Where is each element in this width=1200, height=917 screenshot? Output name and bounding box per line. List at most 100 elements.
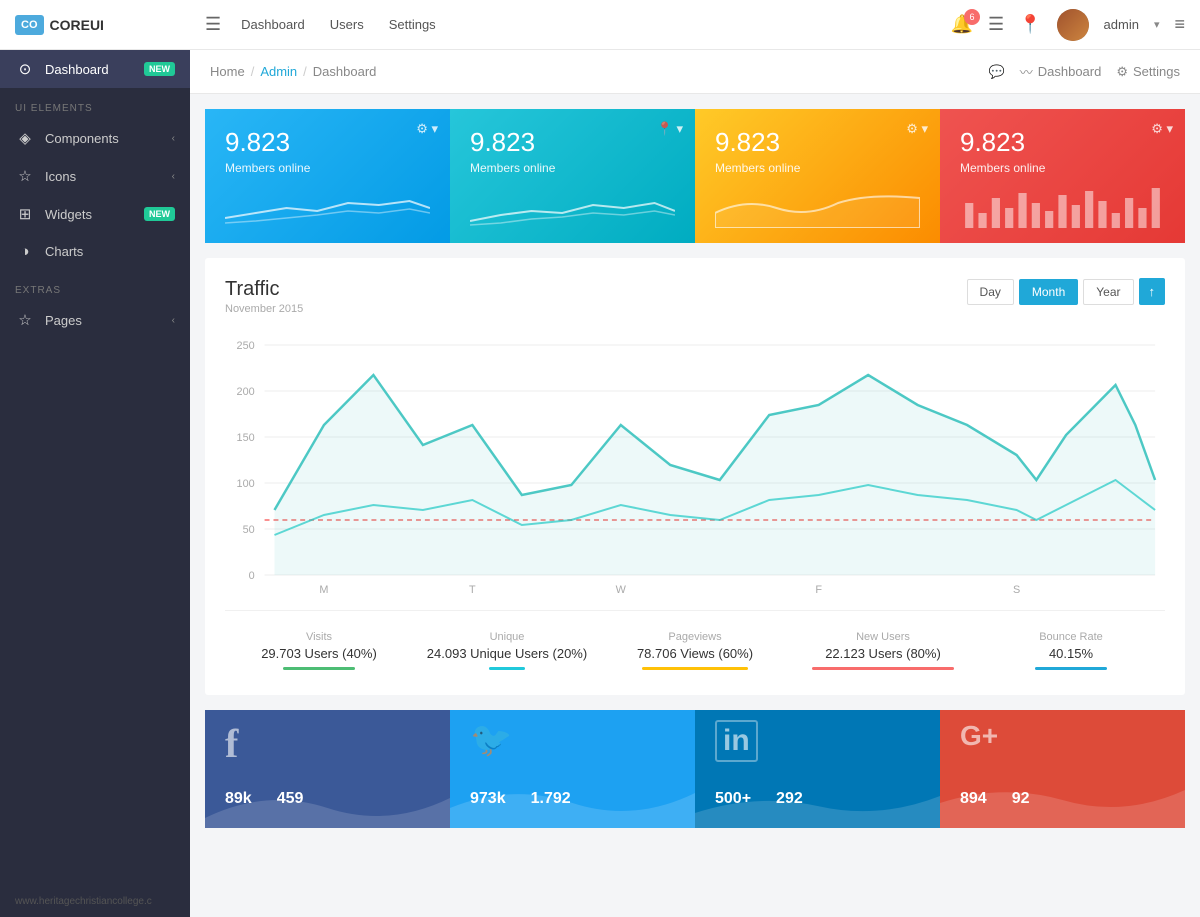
svg-text:S: S: [1013, 584, 1020, 596]
social-card-facebook[interactable]: f 89k 459: [205, 710, 450, 828]
twitter-icon: 🐦: [470, 720, 512, 760]
breadcrumb-bar: Home / Admin / Dashboard 💬 〰 Dashboard ⚙…: [190, 50, 1200, 94]
top-nav: CO COREUI ☰ Dashboard Users Settings 🔔 6…: [0, 0, 1200, 50]
stat-card-blue-settings[interactable]: ⚙ ▾: [416, 121, 438, 137]
ts-pageviews-value: 78.706 Views (60%): [606, 646, 784, 661]
main-content: Home / Admin / Dashboard 💬 〰 Dashboard ⚙…: [190, 50, 1200, 917]
svg-text:M: M: [319, 584, 328, 596]
components-icon: ◈: [15, 129, 35, 147]
ts-newusers-value: 22.123 Users (80%): [794, 646, 972, 661]
facebook-stat1: 89k: [225, 790, 252, 808]
traffic-header: Traffic November 2015 Day Month Year ↑: [225, 278, 1165, 315]
chart-area: 250 200 150 100 50 0 M T W F S: [225, 325, 1165, 605]
breadcrumb-actions: 💬 〰 Dashboard ⚙ Settings: [989, 62, 1180, 81]
icons-chevron: ‹: [172, 171, 175, 182]
svg-text:150: 150: [237, 432, 255, 444]
stat-card-blue-value: 9.823: [225, 127, 430, 158]
widgets-icon: ⊞: [15, 205, 35, 223]
avatar[interactable]: [1057, 9, 1089, 41]
traffic-stat-newusers: New Users 22.123 Users (80%): [789, 626, 977, 675]
social-card-googleplus[interactable]: G+ 894 92: [940, 710, 1185, 828]
traffic-stat-pageviews: Pageviews 78.706 Views (60%): [601, 626, 789, 675]
traffic-title: Traffic: [225, 278, 303, 301]
page-body: ⚙ ▾ 9.823 Members online 📍 ▾ 9.823 Membe…: [190, 94, 1200, 917]
hamburger-button[interactable]: ☰: [205, 14, 221, 35]
menu-button[interactable]: ≡: [1174, 14, 1185, 35]
twitter-stat1: 973k: [470, 790, 506, 808]
list-button[interactable]: ☰: [988, 14, 1004, 35]
traffic-ctrl-year[interactable]: Year: [1083, 279, 1133, 305]
svg-text:W: W: [616, 584, 627, 596]
stat-card-yellow-settings[interactable]: ⚙ ▾: [906, 121, 928, 137]
nav-link-dashboard[interactable]: Dashboard: [241, 17, 305, 32]
traffic-download-button[interactable]: ↑: [1139, 278, 1166, 305]
linkedin-stats: 500+ 292: [715, 790, 803, 808]
breadcrumb-home[interactable]: Home: [210, 64, 245, 79]
widgets-new-badge: NEW: [144, 207, 175, 221]
nav-link-users[interactable]: Users: [330, 17, 364, 32]
stat-card-cyan-label: Members online: [470, 161, 675, 175]
social-card-twitter[interactable]: 🐦 973k 1.792: [450, 710, 695, 828]
breadcrumb-admin[interactable]: Admin: [260, 64, 297, 79]
svg-text:T: T: [469, 584, 476, 596]
svg-text:250: 250: [237, 340, 255, 352]
logo-box: CO: [15, 15, 44, 35]
traffic-stat-bounce: Bounce Rate 40.15%: [977, 626, 1165, 675]
stat-card-cyan-chart: [470, 183, 675, 228]
sidebar-item-components[interactable]: ◈ Components ‹: [0, 119, 190, 157]
stat-card-red-label: Members online: [960, 161, 1165, 175]
stat-card-yellow-value: 9.823: [715, 127, 920, 158]
logo: CO COREUI: [15, 15, 200, 35]
notification-badge: 6: [964, 9, 980, 25]
stat-card-red-settings[interactable]: ⚙ ▾: [1151, 121, 1173, 137]
pages-chevron: ‹: [172, 315, 175, 326]
social-cards: f 89k 459 🐦: [205, 710, 1185, 828]
ts-pageviews-label: Pageviews: [606, 631, 784, 643]
twitter-stat2: 1.792: [531, 790, 571, 808]
gear-icon: ⚙: [1116, 64, 1128, 80]
sidebar-item-pages[interactable]: ☆ Pages ‹: [0, 301, 190, 339]
traffic-stats: Visits 29.703 Users (40%) Unique 24.093 …: [225, 610, 1165, 675]
nav-link-settings[interactable]: Settings: [389, 17, 436, 32]
traffic-ctrl-month[interactable]: Month: [1019, 279, 1078, 305]
stat-card-cyan: 📍 ▾ 9.823 Members online: [450, 109, 695, 243]
breadcrumb-comment-icon[interactable]: 💬: [989, 64, 1005, 80]
ts-visits-value: 29.703 Users (40%): [230, 646, 408, 661]
breadcrumb-settings-link[interactable]: ⚙ Settings: [1116, 64, 1180, 80]
chart-icon: 〰: [1020, 62, 1033, 81]
sidebar-item-widgets[interactable]: ⊞ Widgets NEW: [0, 195, 190, 233]
breadcrumb-dashboard-link[interactable]: 〰 Dashboard: [1020, 62, 1102, 81]
layout: ⊙ Dashboard NEW UI ELEMENTS ◈ Components…: [0, 50, 1200, 917]
traffic-controls: Day Month Year ↑: [967, 278, 1165, 305]
avatar-image: [1057, 9, 1089, 41]
sidebar-item-dashboard[interactable]: ⊙ Dashboard NEW: [0, 50, 190, 88]
traffic-title-area: Traffic November 2015: [225, 278, 303, 315]
sidebar-item-icons[interactable]: ☆ Icons ‹: [0, 157, 190, 195]
social-card-linkedin[interactable]: in 500+ 292: [695, 710, 940, 828]
traffic-stat-visits: Visits 29.703 Users (40%): [225, 626, 413, 675]
ts-newusers-label: New Users: [794, 631, 972, 643]
sidebar-footer: www.heritagechristiancollege.c: [0, 886, 190, 917]
sidebar-item-charts[interactable]: ◑ Charts: [0, 233, 190, 270]
stat-card-cyan-settings[interactable]: 📍 ▾: [657, 121, 683, 137]
top-nav-links: Dashboard Users Settings: [241, 17, 436, 32]
traffic-chart-svg: 250 200 150 100 50 0 M T W F S: [225, 325, 1165, 605]
sidebar-label-icons: Icons: [45, 169, 162, 184]
sidebar-label-widgets: Widgets: [45, 207, 134, 222]
linkedin-icon: in: [715, 720, 758, 762]
admin-dropdown-icon[interactable]: ▾: [1154, 18, 1160, 31]
traffic-ctrl-day[interactable]: Day: [967, 279, 1014, 305]
ts-visits-label: Visits: [230, 631, 408, 643]
location-button[interactable]: 📍: [1019, 14, 1041, 35]
breadcrumb-current: Dashboard: [313, 64, 377, 79]
svg-text:50: 50: [243, 524, 255, 536]
notifications-button[interactable]: 🔔 6: [951, 14, 973, 35]
stat-card-yellow: ⚙ ▾ 9.823 Members online: [695, 109, 940, 243]
svg-text:100: 100: [237, 478, 255, 490]
linkedin-stat2: 292: [776, 790, 803, 808]
icons-icon: ☆: [15, 167, 35, 185]
stat-cards: ⚙ ▾ 9.823 Members online 📍 ▾ 9.823 Membe…: [205, 109, 1185, 243]
admin-name[interactable]: admin: [1104, 17, 1139, 32]
stat-card-yellow-chart: [715, 183, 920, 228]
stat-card-blue-chart: [225, 183, 430, 228]
